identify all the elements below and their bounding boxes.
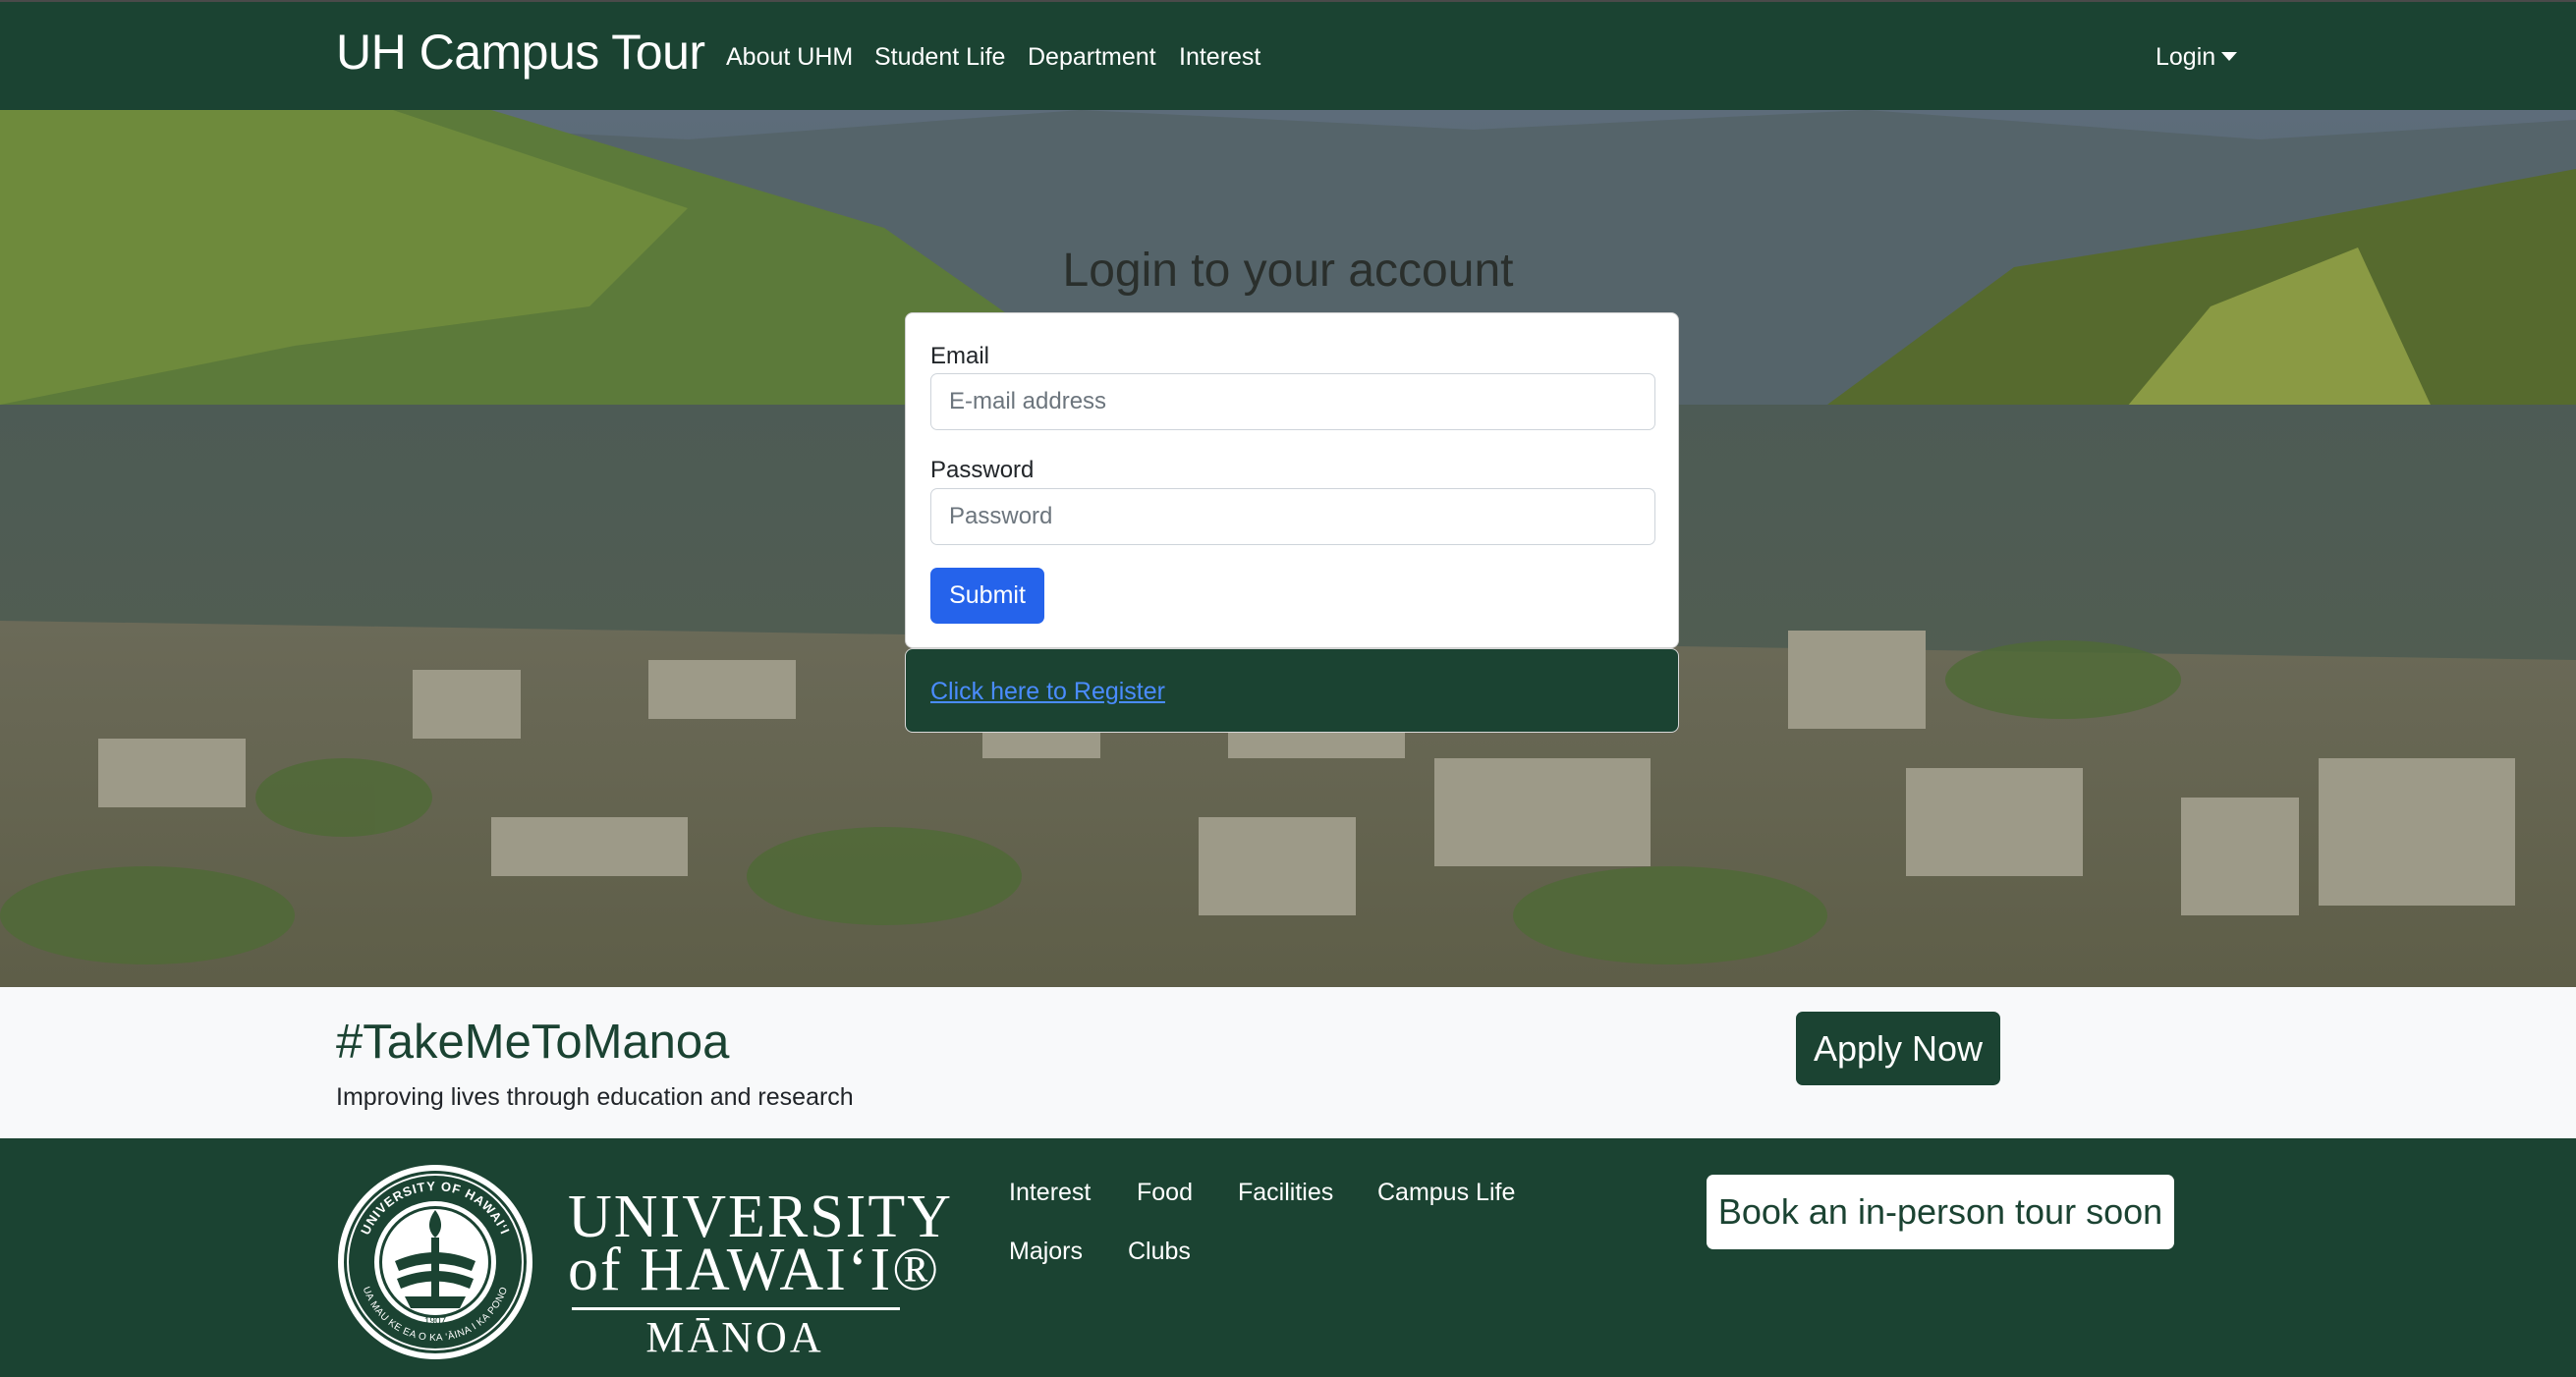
nav-link-interest[interactable]: Interest — [1179, 43, 1260, 72]
navbar: UH Campus Tour About UHM Student Life De… — [0, 0, 2576, 110]
login-label: Login — [2156, 43, 2216, 71]
footer-link-facilities[interactable]: Facilities — [1238, 1179, 1333, 1207]
book-tour-button[interactable]: Book an in-person tour soon — [1707, 1175, 2174, 1249]
register-link[interactable]: Click here to Register — [930, 678, 1165, 706]
wordmark-of-hawaii: of HAWAI‘I® — [568, 1237, 941, 1303]
nav-link-about-uhm[interactable]: About UHM — [726, 43, 853, 72]
footer: 1907 UNIVERSITY OF HAWAI‘I UA MAU KE EA … — [0, 1138, 2576, 1377]
university-wordmark: UNIVERSITY of HAWAI‘I® MĀNOA — [568, 1183, 951, 1361]
brand-link[interactable]: UH Campus Tour — [336, 24, 705, 81]
footer-link-campus-life[interactable]: Campus Life — [1377, 1179, 1515, 1207]
hero-section: Login to your account Email Password Sub… — [0, 110, 2576, 987]
login-form: Email Password Submit — [905, 312, 1679, 648]
nav-link-student-life[interactable]: Student Life — [874, 43, 1005, 72]
university-seal-icon: 1907 UNIVERSITY OF HAWAI‘I UA MAU KE EA … — [338, 1165, 532, 1359]
wordmark-manoa: MĀNOA — [645, 1313, 824, 1361]
tagline: Improving lives through education and re… — [336, 1083, 854, 1111]
login-dropdown-toggle[interactable]: Login — [2156, 43, 2238, 72]
footer-link-interest[interactable]: Interest — [1009, 1179, 1091, 1207]
cta-banner: #TakeMeToManoa Improving lives through e… — [0, 987, 2576, 1138]
footer-link-food[interactable]: Food — [1137, 1179, 1193, 1207]
submit-button[interactable]: Submit — [930, 568, 1044, 624]
svg-text:1907: 1907 — [424, 1316, 447, 1327]
page-title: Login to your account — [1062, 245, 1514, 297]
email-field[interactable] — [930, 373, 1655, 430]
register-panel: Click here to Register — [905, 648, 1679, 733]
footer-link-majors[interactable]: Majors — [1009, 1238, 1083, 1266]
nav-link-department[interactable]: Department — [1028, 43, 1156, 72]
wordmark-rule — [572, 1307, 900, 1310]
password-field[interactable] — [930, 488, 1655, 545]
hashtag-heading: #TakeMeToManoa — [336, 1016, 730, 1069]
caret-down-icon — [2221, 51, 2238, 61]
password-label: Password — [930, 457, 1035, 483]
footer-link-clubs[interactable]: Clubs — [1128, 1238, 1191, 1266]
email-label: Email — [930, 343, 990, 369]
apply-now-button[interactable]: Apply Now — [1796, 1012, 2000, 1085]
